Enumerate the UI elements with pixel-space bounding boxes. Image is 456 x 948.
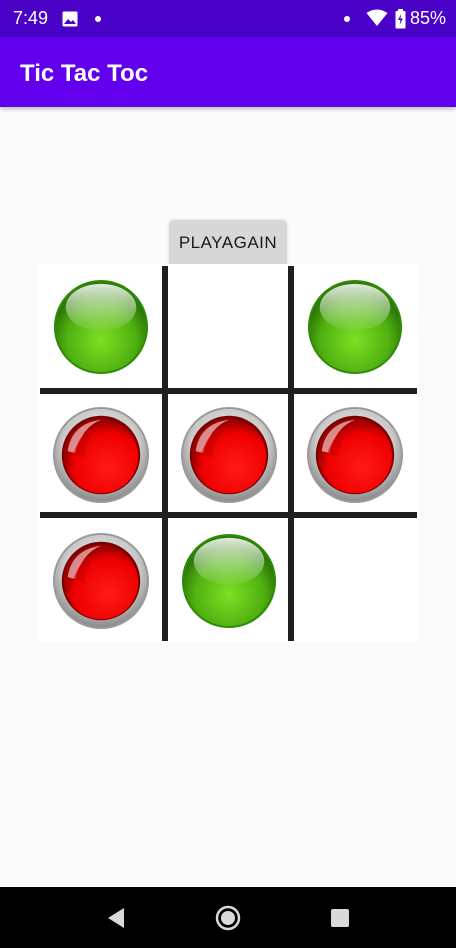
back-icon[interactable] — [106, 907, 126, 934]
game-board — [38, 264, 418, 643]
red-piece-icon — [52, 532, 150, 630]
notification-dot-icon — [344, 16, 350, 22]
board-cell[interactable] — [166, 264, 290, 388]
home-icon[interactable] — [215, 905, 241, 936]
board-cell[interactable] — [292, 392, 416, 516]
app-bar: Tic Tac Toc — [0, 37, 456, 107]
green-piece-icon — [52, 278, 150, 376]
red-piece-icon — [180, 406, 278, 504]
board-cell[interactable] — [292, 518, 416, 642]
status-time: 7:49 — [13, 8, 49, 28]
wifi-icon — [366, 9, 388, 32]
green-piece-icon — [306, 278, 404, 376]
navigation-bar — [0, 887, 456, 948]
board-cell[interactable] — [38, 518, 162, 642]
green-piece-icon — [180, 532, 278, 630]
notification-dot-icon — [95, 16, 101, 22]
photo-icon — [62, 11, 78, 32]
board-cell[interactable] — [166, 518, 290, 642]
board-cell[interactable] — [292, 264, 416, 388]
battery-icon — [395, 9, 406, 34]
battery-percentage: 85% — [410, 8, 447, 28]
board-cell[interactable] — [38, 392, 162, 516]
red-piece-icon — [52, 406, 150, 504]
board-cell[interactable] — [166, 392, 290, 516]
app-title: Tic Tac Toc — [20, 60, 149, 87]
red-piece-icon — [306, 406, 404, 504]
play-again-button[interactable]: PLAYAGAIN — [170, 220, 286, 266]
board-cell[interactable] — [38, 264, 162, 388]
status-bar: 7:49 85% — [0, 0, 456, 37]
recents-icon[interactable] — [330, 908, 350, 933]
